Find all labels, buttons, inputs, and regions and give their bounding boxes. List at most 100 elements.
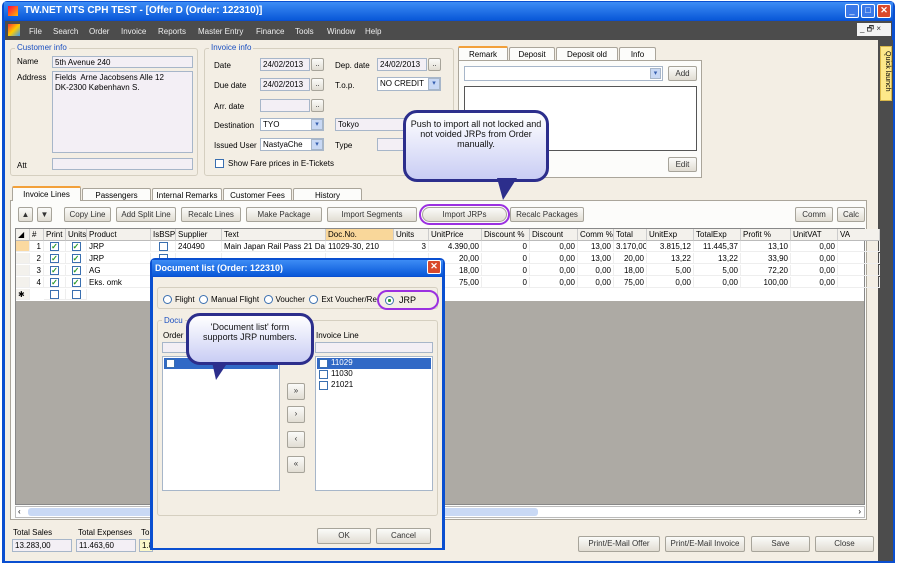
grid-cell[interactable]: 0,00 bbox=[530, 265, 578, 276]
tab-customer-fees[interactable]: Customer Fees bbox=[223, 188, 292, 200]
menu-master-entry[interactable]: Master Entry bbox=[198, 27, 243, 36]
grid-cell[interactable]: 13,22 bbox=[647, 253, 694, 264]
radio-flight[interactable]: Flight bbox=[163, 295, 195, 305]
grid-cell[interactable] bbox=[838, 241, 880, 252]
mdi-controls[interactable]: _ 🗗 × bbox=[857, 23, 891, 36]
column-header[interactable]: UnitPrice bbox=[429, 229, 482, 241]
checkbox[interactable] bbox=[319, 381, 328, 390]
column-header[interactable]: Comm % bbox=[578, 229, 614, 241]
grid-cell[interactable]: 0,00 bbox=[530, 253, 578, 264]
radio-jrp[interactable]: JRP bbox=[377, 290, 439, 310]
dep-date-field[interactable]: 24/02/2013 bbox=[377, 58, 427, 71]
grid-cell[interactable]: JRP bbox=[87, 253, 151, 264]
import-jrps-button[interactable]: Import JRPs bbox=[419, 204, 510, 225]
comm-button[interactable]: Comm bbox=[795, 207, 833, 222]
grid-cell[interactable]: 0 bbox=[482, 253, 530, 264]
column-header[interactable]: Discount bbox=[530, 229, 578, 241]
chevron-down-icon[interactable]: ▾ bbox=[650, 68, 661, 79]
column-header[interactable]: IsBSP bbox=[151, 229, 176, 241]
grid-cell[interactable]: 0,00 bbox=[647, 277, 694, 288]
grid-cell[interactable]: 0,00 bbox=[791, 277, 838, 288]
move-all-left-button[interactable]: « bbox=[287, 456, 305, 473]
edit-remark-button[interactable]: Edit bbox=[668, 157, 697, 172]
checkbox-checked[interactable]: ✓ bbox=[50, 278, 59, 287]
grid-cell[interactable]: 0 bbox=[482, 241, 530, 252]
menu-invoice[interactable]: Invoice bbox=[121, 27, 146, 36]
grid-cell[interactable]: 3 bbox=[394, 241, 429, 252]
select-all-corner[interactable]: ◢ bbox=[16, 229, 30, 241]
import-segments-button[interactable]: Import Segments bbox=[327, 207, 417, 222]
copy-line-button[interactable]: Copy Line bbox=[64, 207, 111, 222]
grid-cell[interactable]: 20,00 bbox=[614, 253, 647, 264]
checkbox-checked[interactable]: ✓ bbox=[50, 266, 59, 275]
grid-cell[interactable]: 4.390,00 bbox=[429, 241, 482, 252]
ok-button[interactable]: OK bbox=[317, 528, 371, 544]
grid-cell[interactable] bbox=[66, 289, 87, 300]
grid-cell[interactable]: ✓ bbox=[44, 241, 66, 252]
tab-passengers[interactable]: Passengers bbox=[82, 188, 151, 200]
grid-cell[interactable]: ✓ bbox=[66, 277, 87, 288]
grid-cell[interactable]: AG bbox=[87, 265, 151, 276]
tab-remark[interactable]: Remark bbox=[458, 46, 508, 60]
grid-cell[interactable]: Eks. omk bbox=[87, 277, 151, 288]
checkbox-checked[interactable]: ✓ bbox=[50, 254, 59, 263]
grid-cell[interactable]: 0 bbox=[482, 277, 530, 288]
list-item[interactable]: 11030 bbox=[317, 369, 431, 380]
att-field[interactable] bbox=[52, 158, 193, 170]
due-date-field[interactable]: 24/02/2013 bbox=[260, 78, 310, 91]
chevron-down-icon[interactable]: ▾ bbox=[311, 119, 323, 130]
move-all-right-button[interactable]: » bbox=[287, 383, 305, 400]
grid-cell[interactable]: 0,00 bbox=[791, 253, 838, 264]
column-header[interactable]: Doc.No. bbox=[326, 229, 394, 241]
arr-date-field[interactable] bbox=[260, 99, 310, 112]
move-left-button[interactable]: ‹ bbox=[287, 431, 305, 448]
grid-cell[interactable]: JRP bbox=[87, 241, 151, 252]
grid-cell[interactable] bbox=[838, 253, 880, 264]
radio-ext-voucher[interactable]: Ext Voucher/Re bbox=[309, 295, 377, 305]
tab-invoice-lines[interactable]: Invoice Lines bbox=[12, 186, 81, 201]
radio-manual-flight[interactable]: Manual Flight bbox=[199, 295, 259, 305]
destination-name-field[interactable]: Tokyo bbox=[335, 118, 405, 131]
row-selector[interactable] bbox=[16, 241, 30, 252]
menu-tools[interactable]: Tools bbox=[295, 27, 314, 36]
dialog-close-button[interactable]: ✕ bbox=[427, 260, 441, 274]
grid-cell[interactable]: ✓ bbox=[44, 265, 66, 276]
grid-cell[interactable]: ✓ bbox=[66, 265, 87, 276]
grid-cell[interactable] bbox=[838, 277, 880, 288]
column-header[interactable]: Units bbox=[394, 229, 429, 241]
grid-cell[interactable]: 5,00 bbox=[647, 265, 694, 276]
column-header[interactable]: Profit % bbox=[741, 229, 791, 241]
print-email-offer-button[interactable]: Print/E-Mail Offer bbox=[578, 536, 660, 552]
column-header[interactable]: Total bbox=[614, 229, 647, 241]
dep-date-picker-button[interactable]: .. bbox=[428, 58, 441, 71]
chevron-down-icon[interactable]: ▾ bbox=[428, 78, 440, 90]
move-right-button[interactable]: › bbox=[287, 406, 305, 423]
radio-voucher[interactable]: Voucher bbox=[263, 295, 305, 305]
menu-finance[interactable]: Finance bbox=[256, 27, 284, 36]
close-button[interactable]: Close bbox=[815, 536, 874, 552]
grid-cell[interactable]: 13,00 bbox=[578, 241, 614, 252]
grid-cell[interactable]: 240490 bbox=[176, 241, 222, 252]
row-selector[interactable] bbox=[16, 277, 30, 288]
close-window-button[interactable]: ✕ bbox=[877, 4, 891, 18]
column-header[interactable]: Units bbox=[66, 229, 87, 241]
grid-cell[interactable]: 13,22 bbox=[694, 253, 741, 264]
grid-cell[interactable]: 72,20 bbox=[741, 265, 791, 276]
grid-cell[interactable]: 0,00 bbox=[530, 241, 578, 252]
save-button[interactable]: Save bbox=[751, 536, 810, 552]
grid-cell[interactable]: 2 bbox=[30, 253, 44, 264]
date-field[interactable]: 24/02/2013 bbox=[260, 58, 310, 71]
row-selector[interactable] bbox=[16, 265, 30, 276]
grid-cell[interactable]: 11029-30, 210 bbox=[326, 241, 394, 252]
checkbox-checked[interactable]: ✓ bbox=[71, 278, 81, 287]
cancel-button[interactable]: Cancel bbox=[376, 528, 431, 544]
grid-cell[interactable] bbox=[44, 289, 66, 300]
scroll-left-icon[interactable]: ‹ bbox=[18, 507, 21, 516]
grid-cell[interactable]: ✓ bbox=[66, 253, 87, 264]
grid-cell[interactable]: 11.445,37 bbox=[694, 241, 741, 252]
checkbox-checked[interactable]: ✓ bbox=[71, 242, 81, 251]
grid-cell[interactable]: 0 bbox=[482, 265, 530, 276]
checkbox-checked[interactable]: ✓ bbox=[71, 266, 81, 275]
invoice-line-documents-list[interactable]: 11029 11030 21021 bbox=[315, 356, 433, 491]
grid-cell[interactable]: 4 bbox=[30, 277, 44, 288]
